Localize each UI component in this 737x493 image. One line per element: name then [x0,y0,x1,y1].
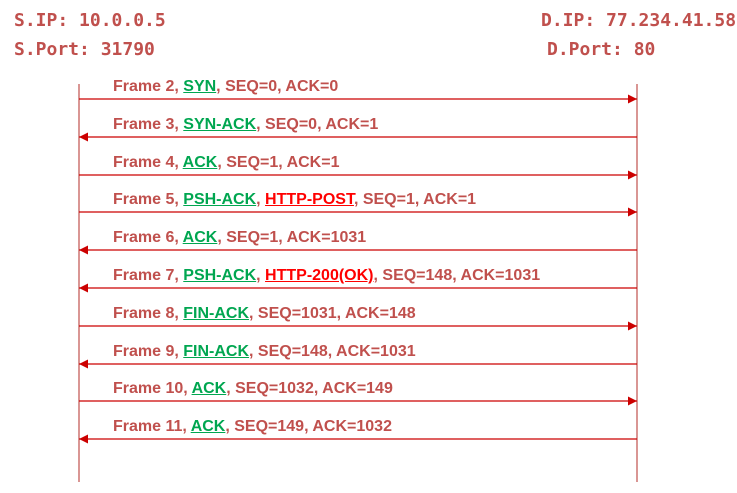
frame-text: , [256,191,266,208]
arrowhead-right-icon [628,321,637,331]
tcp-flag: PSH-ACK [183,267,257,284]
message-label: Frame 10, ACK, SEQ=1032, ACK=149 [113,380,393,398]
frame-text: , [256,267,266,284]
frame-text: , SEQ=1032, ACK=149 [226,380,393,397]
frame-text: Frame 4, [113,154,183,171]
frame-text: , SEQ=148, ACK=1031 [249,343,416,360]
tcp-flag: SYN [183,78,217,95]
tcp-flag: PSH-ACK [183,191,257,208]
arrowhead-left-icon [79,434,88,444]
tcp-flag: ACK [182,229,218,246]
arrowhead-left-icon [79,283,88,293]
frame-text: , SEQ=1031, ACK=148 [249,305,416,322]
frame-text: Frame 6, [113,229,183,246]
frame-text: Frame 10, [113,380,192,397]
tcp-flag: FIN-ACK [183,343,250,360]
message-label: Frame 3, SYN-ACK, SEQ=0, ACK=1 [113,116,378,134]
message-label: Frame 6, ACK, SEQ=1, ACK=1031 [113,229,366,247]
arrowhead-left-icon [79,132,88,142]
message-label: Frame 8, FIN-ACK, SEQ=1031, ACK=148 [113,305,416,323]
message-label: Frame 5, PSH-ACK, HTTP-POST, SEQ=1, ACK=… [113,191,476,209]
frame-text: , SEQ=148, ACK=1031 [373,267,541,284]
frame-text: , SEQ=0, ACK=1 [256,116,379,133]
message-label: Frame 9, FIN-ACK, SEQ=148, ACK=1031 [113,343,416,361]
frame-text: , SEQ=1, ACK=1031 [217,229,367,246]
frame-text: , SEQ=149, ACK=1032 [225,418,392,435]
tcp-flag: ACK [191,380,227,397]
tcp-flag: SYN-ACK [183,116,257,133]
frame-text: , SEQ=1, ACK=1 [353,191,477,208]
frame-text: Frame 8, [113,305,184,322]
arrowhead-right-icon [628,207,637,217]
tcp-flag: ACK [182,154,218,171]
message-label: Frame 2, SYN, SEQ=0, ACK=0 [113,78,338,96]
frame-text: Frame 9, [113,343,184,360]
frame-text: Frame 5, [113,191,184,208]
arrowhead-right-icon [628,94,637,104]
frame-text: , SEQ=0, ACK=0 [216,78,339,95]
tcp-flag: ACK [190,418,226,435]
arrowhead-right-icon [628,170,637,180]
http-method: HTTP-200(OK) [265,267,374,284]
arrowhead-left-icon [79,245,88,255]
message-label: Frame 11, ACK, SEQ=149, ACK=1032 [113,418,392,436]
http-method: HTTP-POST [265,191,354,208]
frame-text: Frame 11, [113,418,191,435]
frame-text: Frame 2, [113,78,184,95]
frame-text: , SEQ=1, ACK=1 [217,154,340,171]
frame-text: Frame 3, [113,116,184,133]
arrowhead-left-icon [79,359,88,369]
message-label: Frame 7, PSH-ACK, HTTP-200(OK), SEQ=148,… [113,267,540,285]
frame-text: Frame 7, [113,267,184,284]
arrowhead-right-icon [628,396,637,406]
tcp-flag: FIN-ACK [183,305,250,322]
message-label: Frame 4, ACK, SEQ=1, ACK=1 [113,154,339,172]
